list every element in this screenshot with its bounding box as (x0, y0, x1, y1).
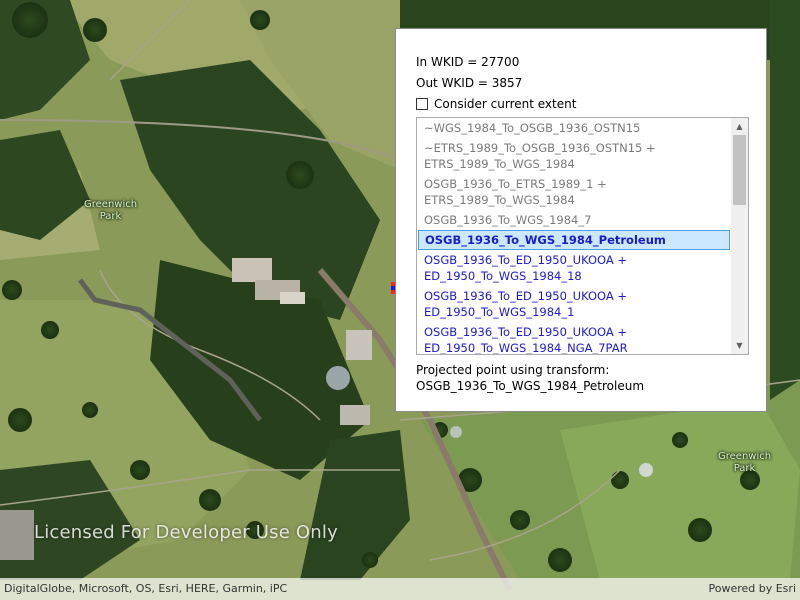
list-item[interactable]: OSGB_1936_To_WGS_1984_7 (418, 212, 730, 230)
attribution-text[interactable]: DigitalGlobe, Microsoft, OS, Esri, HERE,… (4, 582, 287, 595)
chevron-down-icon[interactable]: ▼ (731, 337, 748, 354)
transform-panel: In WKID = 27700 Out WKID = 3857 Consider… (395, 28, 767, 412)
license-watermark: Licensed For Developer Use Only (34, 522, 338, 543)
list-item[interactable]: OSGB_1936_To_ED_1950_UKOOA + ED_1950_To_… (418, 252, 730, 286)
consider-extent-label[interactable]: Consider current extent (434, 97, 576, 111)
projected-point-transform: OSGB_1936_To_WGS_1984_Petroleum (416, 379, 645, 393)
projected-point-info: Projected point using transform: OSGB_19… (416, 362, 644, 394)
powered-by-esri[interactable]: Powered by Esri (708, 582, 796, 595)
list-item[interactable]: OSGB_1936_To_ETRS_1989_1 + ETRS_1989_To_… (418, 176, 730, 210)
scrollbar-thumb[interactable] (733, 135, 746, 205)
chevron-up-icon[interactable]: ▲ (731, 118, 748, 135)
transformations-list[interactable]: ~WGS_1984_To_OSGB_1936_OSTN15 ~ETRS_1989… (416, 117, 749, 355)
projected-point-label: Projected point using transform: (416, 363, 610, 377)
map-label-greenwich-park-west: Greenwich Park (84, 199, 138, 222)
list-item[interactable]: OSGB_1936_To_ED_1950_UKOOA + ED_1950_To_… (418, 288, 730, 322)
map-label-greenwich-park-east: Greenwich Park (718, 451, 772, 474)
list-scrollbar[interactable]: ▲ ▼ (731, 118, 748, 354)
consider-extent-checkbox[interactable] (416, 98, 428, 110)
in-wkid-label: In WKID = 27700 (416, 55, 520, 69)
list-item[interactable]: ~WGS_1984_To_OSGB_1936_OSTN15 (418, 120, 730, 138)
attribution-bar: DigitalGlobe, Microsoft, OS, Esri, HERE,… (0, 578, 800, 600)
consider-extent-row[interactable]: Consider current extent (416, 96, 576, 112)
out-wkid-label: Out WKID = 3857 (416, 76, 523, 90)
list-item-selected[interactable]: OSGB_1936_To_WGS_1984_Petroleum (418, 230, 730, 250)
list-item[interactable]: ~ETRS_1989_To_OSGB_1936_OSTN15 + ETRS_19… (418, 140, 730, 174)
list-item[interactable]: OSGB_1936_To_ED_1950_UKOOA + ED_1950_To_… (418, 324, 730, 354)
